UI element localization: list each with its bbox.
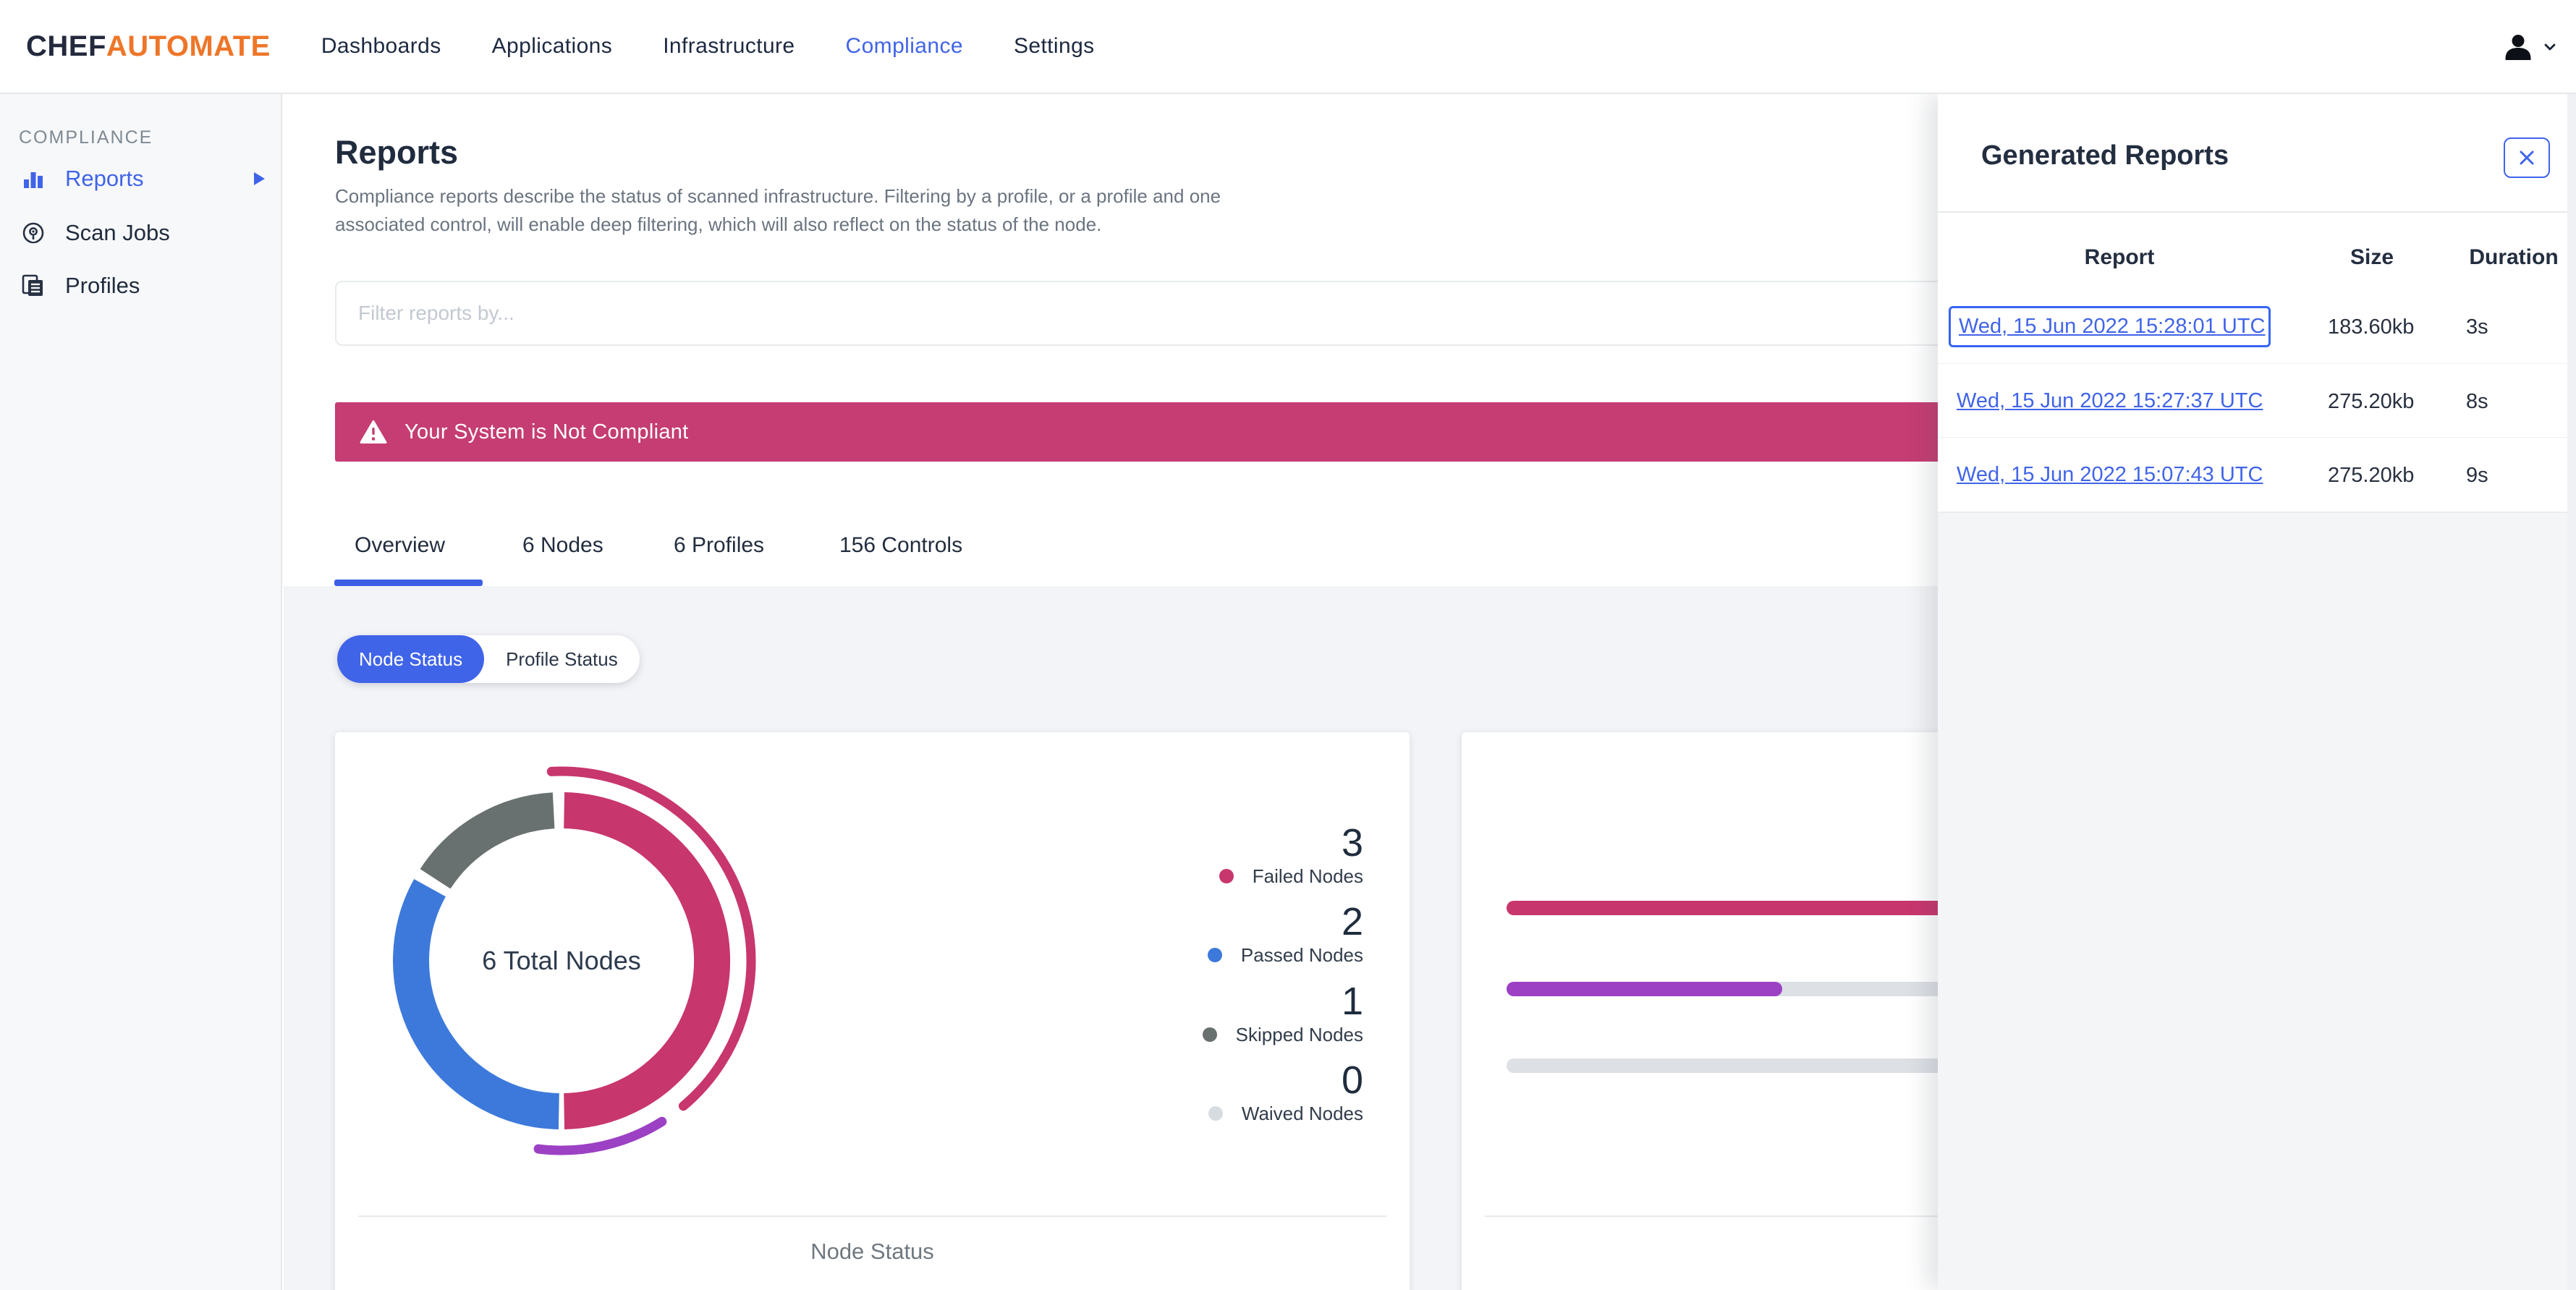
sidebar-section-label: COMPLIANCE <box>19 127 153 148</box>
table-row: Wed, 15 Jun 2022 15:27:37 UTC 275.20kb 8… <box>1938 364 2567 438</box>
panel-divider <box>1938 211 2576 213</box>
primary-nav: Dashboards Applications Infrastructure C… <box>321 34 1095 59</box>
column-header-size: Size <box>2350 245 2394 269</box>
user-avatar-icon <box>2505 35 2531 60</box>
top-nav: CHEFAUTOMATE Dashboards Applications Inf… <box>0 0 2576 94</box>
report-duration: 9s <box>2466 464 2488 487</box>
severity-bar-major-fill <box>1507 982 1782 996</box>
tab-overview[interactable]: Overview <box>355 533 445 558</box>
report-link[interactable]: Wed, 15 Jun 2022 15:28:01 UTC <box>1959 315 2265 339</box>
report-size: 275.20kb <box>2328 390 2415 413</box>
close-icon <box>2520 150 2534 165</box>
toggle-node-status[interactable]: Node Status <box>337 635 485 683</box>
sidebar-item-label: Reports <box>65 166 144 191</box>
node-status-caption: Node Status <box>810 1239 934 1264</box>
nav-settings[interactable]: Settings <box>1014 34 1095 59</box>
brand-logo[interactable]: CHEFAUTOMATE <box>26 30 271 63</box>
nav-dashboards[interactable]: Dashboards <box>321 34 441 59</box>
toggle-profile-status[interactable]: Profile Status <box>484 635 640 683</box>
tab-profiles[interactable]: 6 Profiles <box>674 533 764 558</box>
legend-value: 0 <box>1341 1058 1363 1102</box>
page-title: Reports <box>335 134 459 171</box>
report-size: 183.60kb <box>2328 315 2415 339</box>
report-duration: 3s <box>2466 315 2488 339</box>
user-menu[interactable] <box>2502 0 2556 94</box>
close-button[interactable] <box>2504 137 2550 178</box>
scrollbar[interactable] <box>2567 94 2576 1290</box>
legend-value: 2 <box>1341 900 1363 943</box>
report-link[interactable]: Wed, 15 Jun 2022 15:27:37 UTC <box>1957 389 2263 413</box>
sidebar-item-reports[interactable]: Reports <box>0 158 282 199</box>
expand-arrow-icon[interactable] <box>254 172 265 185</box>
bar-chart-icon <box>24 172 43 188</box>
panel-empty-area <box>1938 512 2576 1290</box>
waived-dot-icon <box>1208 1106 1223 1121</box>
page-description: Compliance reports describe the status o… <box>335 185 1221 235</box>
legend-value: 3 <box>1341 821 1363 865</box>
nav-compliance[interactable]: Compliance <box>846 34 963 59</box>
column-header-report: Report <box>2084 245 2155 269</box>
nav-infrastructure[interactable]: Infrastructure <box>663 34 795 59</box>
brand-chef: CHEF <box>26 30 106 62</box>
active-tab-underline <box>334 580 483 586</box>
brand-automate: AUTOMATE <box>106 30 271 62</box>
donut-total-label: 6 Total Nodes <box>482 946 641 975</box>
legend-item-waived: 0 Waived Nodes <box>1208 1059 1363 1126</box>
generated-reports-panel: Generated Reports Report Size Duration W… <box>1938 94 2576 1290</box>
column-header-duration: Duration <box>2469 245 2559 269</box>
alert-message: Your System is Not Compliant <box>404 420 689 444</box>
node-status-card: 6 Total Nodes 3 Failed Nodes 2 Passed No… <box>335 732 1410 1290</box>
sidebar: COMPLIANCE Reports Scan Jobs Profiles <box>0 94 282 1290</box>
focused-report-link-outline: Wed, 15 Jun 2022 15:28:01 UTC <box>1949 306 2271 347</box>
table-row: Wed, 15 Jun 2022 15:28:01 UTC 183.60kb 3… <box>1938 289 2567 364</box>
status-toggle: Node Status Profile Status <box>337 635 640 683</box>
legend-item-skipped: 1 Skipped Nodes <box>1202 980 1363 1047</box>
legend-item-passed: 2 Passed Nodes <box>1207 900 1363 967</box>
warning-icon <box>360 420 387 444</box>
sidebar-item-label: Scan Jobs <box>65 220 170 245</box>
chevron-down-icon <box>2544 43 2556 51</box>
profiles-stack-icon <box>22 274 43 296</box>
tab-nodes[interactable]: 6 Nodes <box>522 533 603 558</box>
report-link[interactable]: Wed, 15 Jun 2022 15:07:43 UTC <box>1957 463 2263 487</box>
sidebar-item-profiles[interactable]: Profiles <box>0 266 282 306</box>
legend-label: Waived Nodes <box>1241 1103 1363 1124</box>
legend-label: Skipped Nodes <box>1235 1024 1363 1045</box>
failed-dot-icon <box>1219 869 1234 883</box>
sidebar-item-scan-jobs[interactable]: Scan Jobs <box>0 213 282 253</box>
scanner-icon <box>22 222 44 244</box>
report-duration: 8s <box>2466 390 2488 413</box>
table-row: Wed, 15 Jun 2022 15:07:43 UTC 275.20kb 9… <box>1938 438 2567 512</box>
legend-item-failed: 3 Failed Nodes <box>1219 822 1363 888</box>
legend-label: Passed Nodes <box>1240 944 1363 966</box>
panel-title: Generated Reports <box>1981 140 2229 171</box>
tab-controls[interactable]: 156 Controls <box>839 533 962 558</box>
card-divider <box>358 1215 1386 1217</box>
legend-label: Failed Nodes <box>1252 865 1363 887</box>
app-root: CHEFAUTOMATE Dashboards Applications Inf… <box>0 0 2576 1290</box>
report-size: 275.20kb <box>2328 464 2415 487</box>
passed-dot-icon <box>1207 948 1222 962</box>
nav-applications[interactable]: Applications <box>492 34 613 59</box>
skipped-dot-icon <box>1202 1027 1217 1042</box>
legend-value: 1 <box>1341 980 1363 1023</box>
sidebar-item-label: Profiles <box>65 273 140 298</box>
